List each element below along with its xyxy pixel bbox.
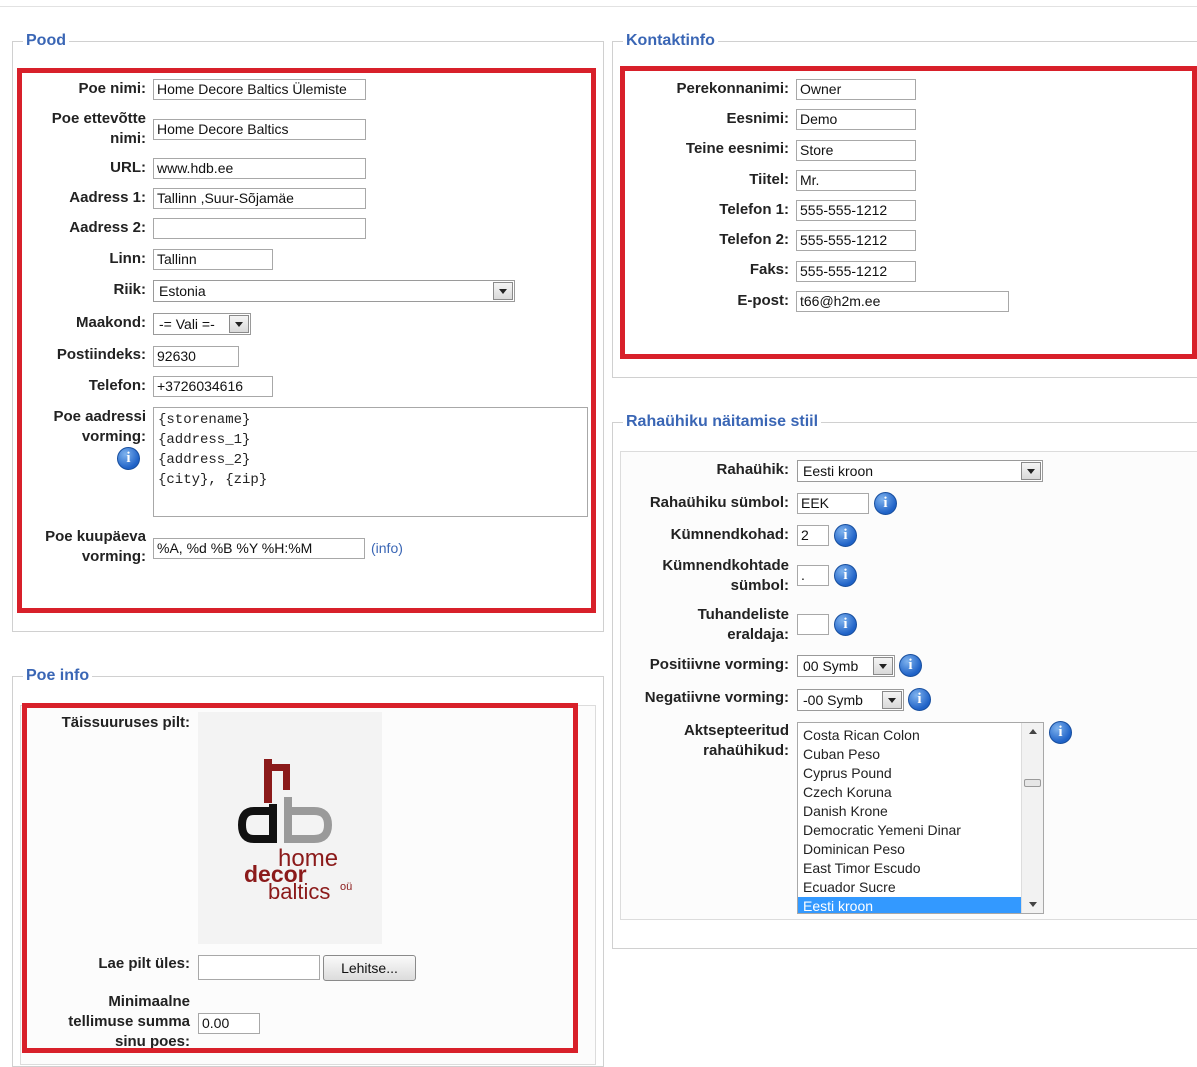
date-format-input[interactable]: %A, %d %B %Y %H:%M bbox=[153, 538, 365, 559]
contact-label: E-post: bbox=[737, 292, 789, 309]
upload-file-input[interactable] bbox=[198, 955, 320, 980]
middlename-input[interactable]: Store bbox=[796, 140, 916, 161]
info-icon[interactable]: i bbox=[834, 564, 857, 587]
contact-legend: Kontaktinfo bbox=[626, 32, 715, 49]
address2-label: Aadress 2: bbox=[69, 219, 146, 236]
thousands-input[interactable] bbox=[797, 614, 829, 635]
contact-label: Eesnimi: bbox=[726, 110, 789, 127]
positive-format-select[interactable]: 00 Symb bbox=[797, 655, 895, 677]
address2-input[interactable] bbox=[153, 218, 366, 239]
fax-input[interactable]: 555-555-1212 bbox=[796, 261, 916, 282]
list-item[interactable]: Cuban Peso bbox=[798, 745, 1043, 764]
contact-label: Telefon 1: bbox=[719, 201, 789, 218]
chevron-down-icon[interactable] bbox=[493, 282, 513, 300]
browse-button[interactable]: Lehitse... bbox=[323, 955, 416, 981]
zip-input[interactable]: 92630 bbox=[153, 346, 239, 367]
list-item[interactable]: Cyprus Pound bbox=[798, 764, 1043, 783]
logo-text-suffix: oü bbox=[340, 881, 352, 893]
address-format-label: Poe aadressi vorming: bbox=[53, 408, 146, 445]
county-label: Maakond: bbox=[75, 314, 146, 331]
top-divider bbox=[0, 6, 1197, 7]
country-select[interactable]: Estonia bbox=[153, 280, 515, 302]
phone1-input[interactable]: 555-555-1212 bbox=[796, 200, 916, 221]
thousands-label: Tuhandeliste eraldaja: bbox=[697, 606, 789, 643]
decimal-symbol-label: Kümnendkohtade sümbol: bbox=[662, 557, 789, 594]
decimal-symbol-input[interactable]: . bbox=[797, 565, 829, 586]
address-format-textarea[interactable]: {storename} {address_1} {address_2} {cit… bbox=[153, 407, 588, 517]
contact-label: Teine eesnimi: bbox=[685, 140, 789, 157]
list-item[interactable]: Ecuador Sucre bbox=[798, 878, 1043, 897]
chevron-down-icon[interactable] bbox=[1021, 462, 1041, 480]
currency-legend: Rahaühiku näitamise stiil bbox=[626, 413, 819, 430]
city-input[interactable]: Tallinn bbox=[153, 249, 273, 270]
phone2-input[interactable]: 555-555-1212 bbox=[796, 230, 916, 251]
storeinfo-legend: Poe info bbox=[26, 667, 90, 684]
info-icon[interactable]: i bbox=[117, 447, 140, 470]
store-logo-image: home decor baltics oü bbox=[198, 712, 382, 944]
info-icon[interactable]: i bbox=[874, 492, 897, 515]
store-name-input[interactable]: Home Decore Baltics Ülemiste bbox=[153, 79, 366, 100]
contact-label: Perekonnanimi: bbox=[676, 80, 789, 97]
currency-label: Rahaühik: bbox=[716, 461, 789, 478]
city-label: Linn: bbox=[109, 250, 146, 267]
decimals-input[interactable]: 2 bbox=[797, 525, 829, 546]
negative-format-label: Negatiivne vorming: bbox=[644, 689, 789, 706]
list-item[interactable]: East Timor Escudo bbox=[798, 859, 1043, 878]
lastname-input[interactable]: Owner bbox=[796, 79, 916, 100]
chevron-down-icon[interactable] bbox=[229, 315, 249, 333]
email-input[interactable]: t66@h2m.ee bbox=[796, 291, 1009, 312]
date-format-info-link[interactable]: (info) bbox=[371, 540, 403, 556]
list-item[interactable]: Danish Krone bbox=[798, 802, 1043, 821]
county-select[interactable]: -= Vali =- bbox=[153, 313, 251, 335]
currency-symbol-label: Rahaühiku sümbol: bbox=[649, 494, 789, 511]
info-icon[interactable]: i bbox=[899, 654, 922, 677]
url-input[interactable]: www.hdb.ee bbox=[153, 158, 366, 179]
address1-label: Aadress 1: bbox=[69, 189, 146, 206]
address1-input[interactable]: Tallinn ,Suur-Sõjamäe bbox=[153, 188, 366, 209]
store-name-label: Poe nimi: bbox=[78, 80, 146, 97]
accepted-currencies-listbox[interactable]: Costa Rican Colon Cuban Peso Cyprus Poun… bbox=[797, 722, 1044, 914]
zip-label: Postiindeks: bbox=[56, 346, 146, 363]
list-item[interactable]: Costa Rican Colon bbox=[798, 726, 1043, 745]
date-format-label: Poe kuupäeva vorming: bbox=[45, 528, 146, 565]
firstname-input[interactable]: Demo bbox=[796, 109, 916, 130]
info-icon[interactable]: i bbox=[1049, 721, 1072, 744]
logo-mark: home decor baltics oü bbox=[237, 759, 352, 904]
positive-format-label: Positiivne vorming: bbox=[649, 656, 789, 673]
negative-format-select[interactable]: -00 Symb bbox=[797, 689, 904, 711]
decimals-label: Kümnendkohad: bbox=[670, 526, 789, 543]
phone-label: Telefon: bbox=[88, 377, 146, 394]
currency-select[interactable]: Eesti kroon bbox=[797, 460, 1043, 482]
full-image-label: Täissuuruses pilt: bbox=[61, 714, 190, 731]
contact-label: Faks: bbox=[749, 261, 789, 278]
min-order-input[interactable]: 0.00 bbox=[198, 1013, 260, 1034]
list-item[interactable]: Dominican Peso bbox=[798, 840, 1043, 859]
info-icon[interactable]: i bbox=[834, 613, 857, 636]
phone-input[interactable]: +3726034616 bbox=[153, 376, 273, 397]
contact-label: Tiitel: bbox=[749, 171, 789, 188]
contact-label: Telefon 2: bbox=[719, 231, 789, 248]
min-order-label: Minimaalne tellimuse summa sinu poes: bbox=[68, 993, 190, 1050]
list-item[interactable]: Czech Koruna bbox=[798, 783, 1043, 802]
country-label: Riik: bbox=[113, 281, 146, 298]
scroll-down-icon[interactable] bbox=[1022, 895, 1043, 913]
scroll-thumb[interactable] bbox=[1024, 779, 1041, 787]
listbox-scrollbar[interactable] bbox=[1021, 723, 1043, 913]
chevron-down-icon[interactable] bbox=[882, 691, 902, 709]
scroll-up-icon[interactable] bbox=[1022, 723, 1043, 741]
accepted-currencies-label: Aktsepteeritud rahaühikud: bbox=[683, 722, 789, 759]
chevron-down-icon[interactable] bbox=[873, 657, 893, 675]
store-legend: Pood bbox=[26, 32, 66, 49]
store-company-input[interactable]: Home Decore Baltics bbox=[153, 119, 366, 140]
store-company-label: Poe ettevõtte nimi: bbox=[51, 110, 146, 147]
url-label: URL: bbox=[110, 159, 146, 176]
info-icon[interactable]: i bbox=[834, 524, 857, 547]
upload-image-label: Lae pilt üles: bbox=[98, 955, 190, 972]
info-icon[interactable]: i bbox=[908, 688, 931, 711]
list-item[interactable]: Democratic Yemeni Dinar bbox=[798, 821, 1043, 840]
logo-text-baltics: baltics bbox=[268, 879, 330, 904]
currency-symbol-input[interactable]: EEK bbox=[797, 493, 869, 514]
title-input[interactable]: Mr. bbox=[796, 170, 916, 191]
list-item-selected[interactable]: Eesti kroon bbox=[798, 897, 1021, 913]
